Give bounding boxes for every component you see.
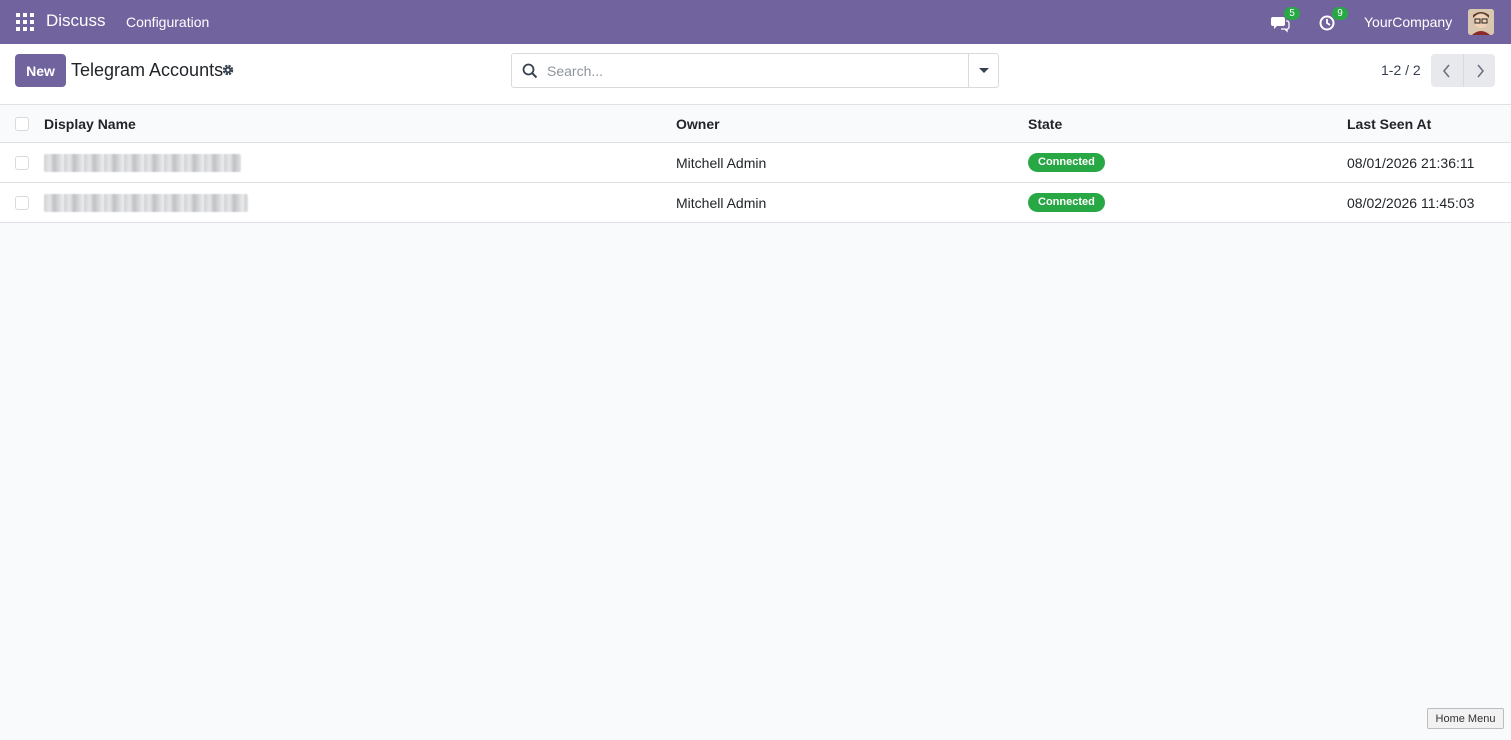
chevron-left-icon: [1442, 63, 1450, 78]
top-navbar: Discuss Configuration 5 9 YourCompany: [0, 0, 1511, 44]
pager-next-button[interactable]: [1463, 54, 1495, 87]
pager-previous-button[interactable]: [1431, 54, 1463, 87]
control-panel: New Telegram Accounts 1-2 / 2: [0, 44, 1511, 105]
menu-configuration[interactable]: Configuration: [126, 14, 209, 30]
display-name-redacted: [44, 193, 248, 212]
apps-icon[interactable]: [16, 13, 34, 31]
select-all-checkbox[interactable]: [15, 116, 29, 131]
company-switcher[interactable]: YourCompany: [1364, 14, 1452, 30]
avatar[interactable]: [1468, 9, 1494, 35]
list-table: Display Name Owner State Last Seen At Mi…: [0, 105, 1511, 223]
search-options-toggle[interactable]: [968, 54, 998, 87]
last-seen-cell: 08/02/2026 11:45:03: [1347, 194, 1475, 211]
row-checkbox[interactable]: [15, 155, 29, 170]
messages-count-badge: 5: [1284, 7, 1300, 20]
last-seen-cell: 08/01/2026 21:36:11: [1347, 154, 1475, 171]
chevron-right-icon: [1476, 63, 1484, 78]
column-header-state[interactable]: State: [1028, 105, 1062, 142]
activities-button[interactable]: 9: [1318, 7, 1348, 34]
gear-icon[interactable]: [221, 63, 235, 77]
status-badge: Connected: [1028, 193, 1105, 212]
column-header-last-seen-at[interactable]: Last Seen At: [1347, 105, 1431, 142]
page-title: Telegram Accounts: [71, 60, 224, 80]
row-checkbox[interactable]: [15, 195, 29, 210]
status-badge: Connected: [1028, 153, 1105, 172]
display-name-redacted: [44, 153, 241, 172]
caret-down-icon: [978, 68, 989, 73]
search-input[interactable]: [547, 55, 967, 86]
column-header-owner[interactable]: Owner: [676, 105, 720, 142]
table-row[interactable]: Mitchell Admin Connected 08/02/2026 11:4…: [0, 183, 1511, 223]
search-icon: [522, 63, 538, 79]
app-name[interactable]: Discuss: [46, 11, 106, 31]
table-row[interactable]: Mitchell Admin Connected 08/01/2026 21:3…: [0, 143, 1511, 183]
search-box: [511, 53, 999, 88]
new-button[interactable]: New: [15, 54, 66, 87]
owner-cell: Mitchell Admin: [676, 154, 767, 171]
activities-count-badge: 9: [1332, 7, 1348, 20]
owner-cell: Mitchell Admin: [676, 194, 767, 211]
pager-value[interactable]: 1-2 / 2: [1381, 62, 1421, 78]
column-header-display-name[interactable]: Display Name: [44, 105, 136, 142]
table-header: Display Name Owner State Last Seen At: [0, 105, 1511, 143]
home-menu-tooltip: Home Menu: [1427, 708, 1504, 729]
messages-button[interactable]: 5: [1270, 7, 1300, 34]
